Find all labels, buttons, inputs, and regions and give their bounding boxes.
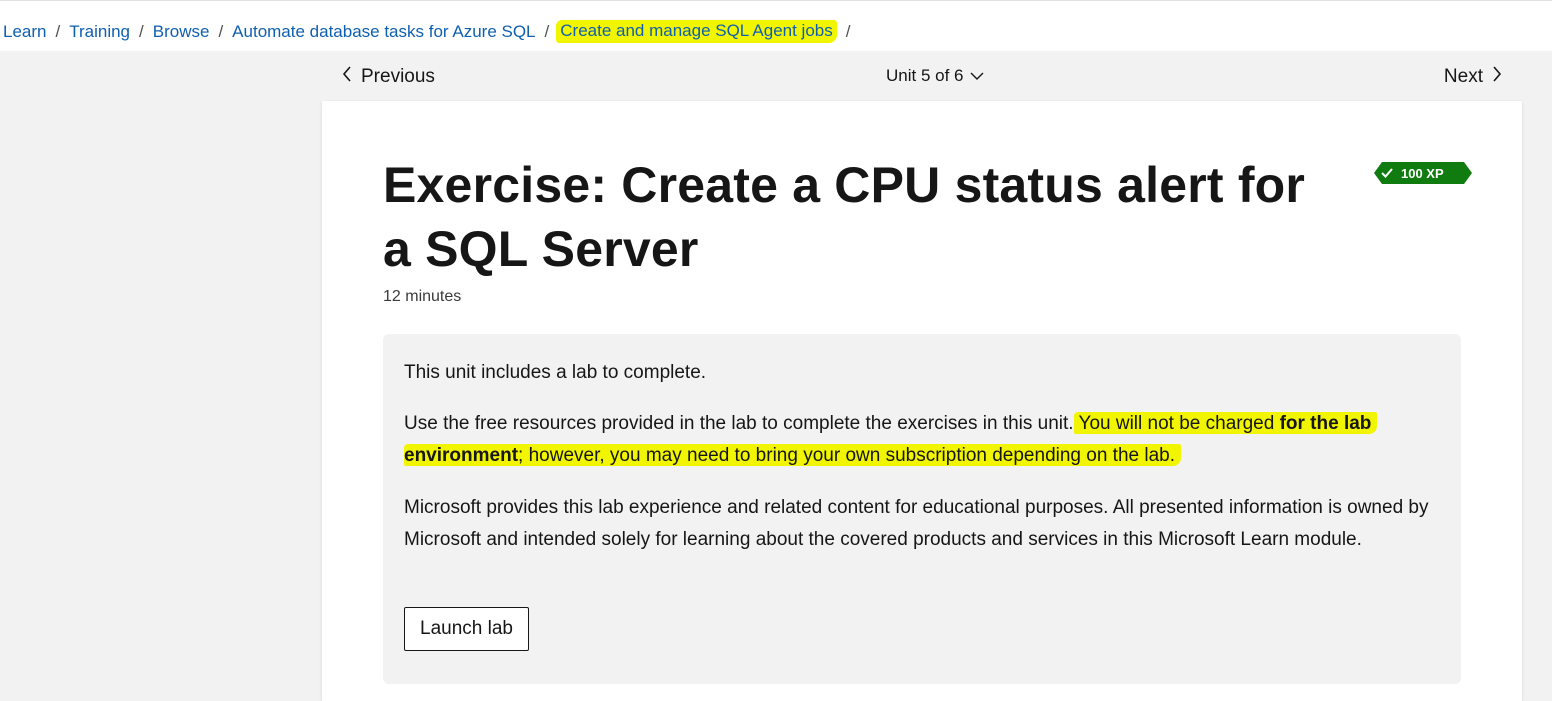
breadcrumb-training[interactable]: Training [69,21,130,43]
breadcrumb-learn[interactable]: Learn [3,21,46,43]
breadcrumb-separator: / [218,21,224,41]
page-title: Exercise: Create a CPU status alert for … [383,157,1306,277]
breadcrumb-module[interactable]: Create and manage SQL Agent jobs [556,20,837,43]
charge-text-start: You will not be charged [1073,413,1280,434]
unit-selector-label: Unit 5 of 6 [886,66,964,85]
previous-button[interactable]: Previous [342,66,435,88]
lab-disclaimer-text: Microsoft provides this lab experience a… [404,497,1429,550]
next-button[interactable]: Next [1444,66,1502,88]
breadcrumb-separator: / [845,21,851,41]
unit-duration: 12 minutes [383,288,462,305]
charge-text-end: ; however, you may need to bring your ow… [518,445,1176,466]
chevron-right-icon [1492,66,1502,88]
xp-badge: 100 XP [1374,162,1472,184]
chevron-left-icon [342,66,352,88]
lab-intro-text: This unit includes a lab to complete. [404,362,707,383]
launch-lab-button[interactable]: Launch lab [404,607,529,651]
breadcrumb-separator: / [55,21,61,41]
breadcrumb-browse[interactable]: Browse [153,21,210,43]
lab-resources-prefix: Use the free resources provided in the l… [404,413,1074,434]
breadcrumb: Learn / Training / Browse / Automate dat… [3,20,859,43]
top-bar: Learn / Training / Browse / Automate dat… [0,0,1552,51]
xp-badge-label: 100 XP [1401,165,1444,181]
next-label: Next [1443,66,1483,87]
lab-resources-text: Use the free resources provided in the l… [404,408,1444,472]
previous-label: Previous [361,66,435,87]
unit-content-card: Exercise: Create a CPU status alert for … [322,101,1522,701]
breadcrumb-learning-path[interactable]: Automate database tasks for Azure SQL [232,21,535,43]
breadcrumb-separator: / [139,21,144,41]
unit-navigation: Previous Unit 5 of 6 Next [322,62,1522,92]
chevron-down-icon [970,66,984,86]
lab-notice-box: This unit includes a lab to complete. Us… [383,334,1461,684]
unit-selector[interactable]: Unit 5 of 6 [886,66,984,86]
breadcrumb-separator: / [544,21,550,41]
